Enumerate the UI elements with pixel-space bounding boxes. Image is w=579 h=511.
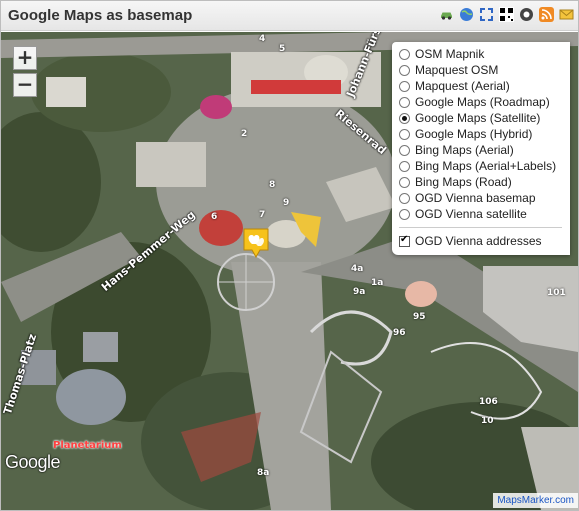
base-layer-option[interactable]: Google Maps (Satellite) [399,110,570,126]
radio-button[interactable] [399,128,410,140]
globe-icon[interactable] [459,7,474,22]
base-layer-option[interactable]: OGD Vienna satellite [399,206,570,222]
zoom-control: + − [13,46,37,97]
email-icon[interactable] [559,7,574,22]
widget-header: Google Maps as basemap [1,1,578,31]
base-layer-option[interactable]: Mapquest OSM [399,62,570,78]
house-number: 2 [241,129,248,139]
house-number: 106 [479,397,498,407]
heart-marker-icon [243,228,269,259]
radio-button[interactable] [399,96,410,108]
radio-button[interactable] [399,48,410,60]
base-layer-label: Bing Maps (Road) [415,175,512,189]
map-canvas[interactable]: Johann-Fürst Riesenrad Hans-Pemmer-Weg T… [1,32,578,510]
fullscreen-icon[interactable] [479,7,494,22]
mapsmarker-credit-link[interactable]: MapsMarker.com [493,493,578,508]
house-number: 95 [413,312,426,322]
rss-icon[interactable] [539,7,554,22]
gpx-icon[interactable] [519,7,534,22]
overlay-list: OGD Vienna addresses [399,233,570,249]
base-layer-label: Mapquest (Aerial) [415,79,510,93]
house-number: 8a [257,468,270,478]
map-marker[interactable] [243,228,269,259]
base-layer-label: OGD Vienna basemap [415,191,536,205]
house-number: 1a [371,278,384,288]
radio-button[interactable] [399,64,410,76]
base-layer-option[interactable]: Bing Maps (Road) [399,174,570,190]
base-layer-list: OSM Mapnik Mapquest OSM Mapquest (Aerial) G… [399,46,570,222]
base-layer-option[interactable]: OSM Mapnik [399,46,570,62]
base-layer-option[interactable]: Google Maps (Roadmap) [399,94,570,110]
base-layer-label: OGD Vienna satellite [415,207,527,221]
zoom-in-button[interactable]: + [13,46,37,70]
base-layer-option[interactable]: Mapquest (Aerial) [399,78,570,94]
house-number: 7 [259,210,266,220]
car-icon[interactable] [439,7,454,22]
house-number: 10 [481,416,494,426]
house-number: 4 [259,34,266,44]
base-layer-label: Google Maps (Roadmap) [415,95,550,109]
radio-button[interactable] [399,160,410,172]
house-number: 9a [353,287,366,297]
house-number: 5 [279,44,286,54]
base-layer-label: OSM Mapnik [415,47,485,61]
layer-separator [399,227,562,228]
checkbox[interactable] [399,234,410,247]
radio-button[interactable] [399,144,410,156]
house-number: 6 [211,212,218,222]
house-number: 4a [351,264,364,274]
base-layer-label: Bing Maps (Aerial) [415,143,514,157]
layer-switcher: OSM Mapnik Mapquest OSM Mapquest (Aerial) G… [392,42,570,255]
toolbar [439,7,574,22]
google-logo[interactable]: Google [5,452,61,473]
house-number: 96 [393,328,406,338]
overlay-option[interactable]: OGD Vienna addresses [399,233,570,249]
base-layer-option[interactable]: Bing Maps (Aerial+Labels) [399,158,570,174]
qr-code-icon[interactable] [499,7,514,22]
overlay-label: OGD Vienna addresses [415,234,542,248]
base-layer-option[interactable]: Google Maps (Hybrid) [399,126,570,142]
house-number: 8 [269,180,276,190]
zoom-out-button[interactable]: − [13,73,37,97]
map-title: Google Maps as basemap [8,7,193,24]
base-layer-option[interactable]: Bing Maps (Aerial) [399,142,570,158]
radio-button[interactable] [399,192,410,204]
base-layer-label: Mapquest OSM [415,63,499,77]
poi-label-planetarium: Planetarium [53,440,122,451]
base-layer-label: Google Maps (Hybrid) [415,127,533,141]
map-widget: Google Maps as basemap Johann-Fürst Ries… [0,0,579,511]
radio-button[interactable] [399,112,410,124]
radio-button[interactable] [399,208,410,220]
radio-button[interactable] [399,176,410,188]
house-number: 101 [547,288,566,298]
base-layer-label: Google Maps (Satellite) [415,111,541,125]
radio-button[interactable] [399,80,410,92]
base-layer-option[interactable]: OGD Vienna basemap [399,190,570,206]
house-number: 9 [283,198,290,208]
base-layer-label: Bing Maps (Aerial+Labels) [415,159,557,173]
